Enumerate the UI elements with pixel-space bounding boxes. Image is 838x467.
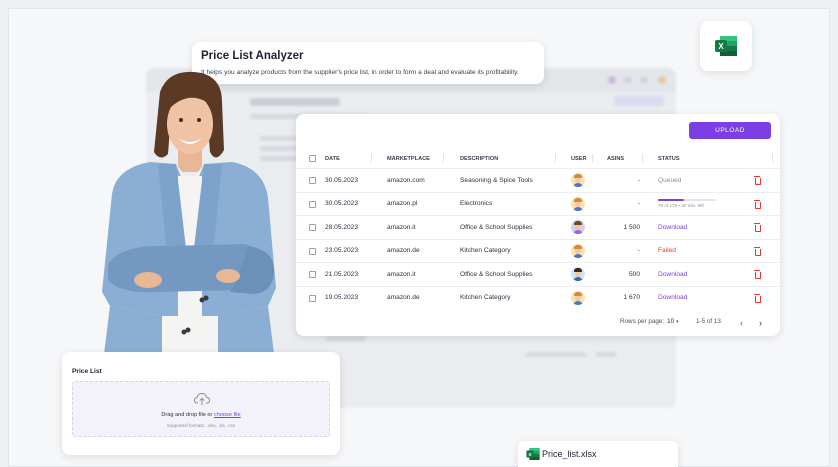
cell-marketplace: amazon.pl <box>387 200 418 207</box>
cell-marketplace: amazon.it <box>387 223 416 231</box>
price-list-table-card: UPLOAD DATE MARKETPLACE DESCRIPTION USER… <box>296 114 780 336</box>
user-avatar[interactable] <box>571 290 585 305</box>
drop-text: Drag and drop file or <box>161 412 213 418</box>
cell-description: Seasoning & Spice Tools <box>460 176 533 184</box>
cell-asins: 500 <box>628 270 640 278</box>
cell-asins: - <box>637 200 640 207</box>
excel-app-card: X <box>700 21 752 71</box>
cell-marketplace: amazon.it <box>387 270 416 278</box>
choose-file-link[interactable]: choose file <box>214 412 241 418</box>
rows-per-page: Rows per page: 10 ▾ <box>620 318 679 325</box>
cell-description: Kitchen Category <box>460 247 511 254</box>
file-name: Price_list.xlsx <box>542 449 597 459</box>
cell-description: Office & School Supplies <box>460 270 533 278</box>
price-list-upload-card: Price List Drag and drop file or choose … <box>62 352 340 455</box>
chevron-right-icon[interactable]: › <box>759 318 762 328</box>
progress-fill <box>658 198 684 202</box>
trash-icon[interactable] <box>754 223 761 232</box>
cell-description: Kitchen Category <box>460 294 511 301</box>
trash-icon[interactable] <box>754 199 761 209</box>
upload-button[interactable]: UPLOAD <box>689 122 771 139</box>
user-avatar[interactable] <box>571 173 585 187</box>
user-avatar[interactable] <box>571 267 585 281</box>
cell-date: 19.05.2023 <box>325 294 359 301</box>
user-avatar[interactable] <box>571 220 585 234</box>
trash-icon[interactable] <box>754 293 761 303</box>
table-header: DATE MARKETPLACE DESCRIPTION USER ASINS … <box>296 152 780 166</box>
progress-text: 78 of 179 • 30 min. left <box>658 203 704 209</box>
trash-icon[interactable] <box>754 270 761 279</box>
table-row[interactable]: 28.05.2023 amazon.it Office & School Sup… <box>296 215 780 238</box>
row-checkbox[interactable] <box>309 294 316 302</box>
col-status[interactable]: STATUS <box>658 152 680 166</box>
cell-description: Electronics <box>460 200 493 207</box>
presenter-photo <box>102 71 276 354</box>
cell-marketplace: amazon.com <box>387 176 425 184</box>
cell-asins: - <box>637 247 640 254</box>
progress-status: 78 of 179 • 30 min. left <box>658 198 716 209</box>
pagination-range: 1-5 of 13 <box>696 318 721 325</box>
row-checkbox[interactable] <box>309 247 316 255</box>
table-row[interactable]: 19.05.2023 amazon.de Kitchen Category 1 … <box>296 285 780 309</box>
cell-asins: - <box>637 176 640 184</box>
table-row[interactable]: 23.05.2023 amazon.de Kitchen Category - … <box>296 238 780 262</box>
download-link[interactable]: Download <box>658 294 687 301</box>
col-description[interactable]: DESCRIPTION <box>460 152 498 166</box>
rows-per-page-label: Rows per page: <box>620 318 665 325</box>
status-text: Queued <box>658 176 682 184</box>
cell-date: 30.05.2023 <box>325 200 359 207</box>
chevron-left-icon[interactable]: ‹ <box>740 318 743 328</box>
table-row[interactable]: 30.05.2023 amazon.com Seasoning & Spice … <box>296 168 780 191</box>
status-text: Failed <box>658 247 676 254</box>
file-chip[interactable]: X Price_list.xlsx <box>518 441 678 467</box>
row-checkbox[interactable] <box>309 200 316 208</box>
user-avatar[interactable] <box>571 196 585 211</box>
row-checkbox[interactable] <box>309 271 316 278</box>
tooltip-title: Price List Analyzer <box>201 50 304 62</box>
chevron-down-icon[interactable]: ▾ <box>676 319 679 325</box>
upload-cloud-icon <box>194 392 210 405</box>
col-date[interactable]: DATE <box>325 152 340 166</box>
cell-date: 21.05.2023 <box>325 270 359 278</box>
cell-description: Office & School Supplies <box>460 223 533 231</box>
excel-icon: X <box>715 36 737 56</box>
cell-asins: 1 500 <box>623 223 640 231</box>
rows-per-page-select[interactable]: 10 <box>667 318 674 325</box>
trash-icon[interactable] <box>754 246 761 256</box>
supported-formats: Supported formats: .xlsx, .xls, .csv <box>166 423 236 428</box>
cell-date: 23.05.2023 <box>325 247 359 254</box>
excel-icon: X <box>526 448 540 460</box>
cell-date: 30.05.2023 <box>325 176 359 184</box>
user-avatar[interactable] <box>571 243 585 258</box>
progress-bar <box>658 198 716 202</box>
table-row[interactable]: 30.05.2023 amazon.pl Electronics - 78 of… <box>296 191 780 215</box>
cell-date: 28.05.2023 <box>325 223 359 231</box>
row-checkbox[interactable] <box>309 177 316 184</box>
col-user[interactable]: USER <box>571 152 587 166</box>
col-marketplace[interactable]: MARKETPLACE <box>387 152 430 166</box>
col-asins[interactable]: ASINS <box>607 152 624 166</box>
select-all-checkbox[interactable] <box>309 155 316 162</box>
cell-marketplace: amazon.de <box>387 294 420 301</box>
trash-icon[interactable] <box>754 176 761 185</box>
table-row[interactable]: 21.05.2023 amazon.it Office & School Sup… <box>296 262 780 285</box>
download-link[interactable]: Download <box>658 224 687 231</box>
cell-asins: 1 670 <box>623 294 640 301</box>
file-drop-zone[interactable]: Drag and drop file or choose file Suppor… <box>72 381 330 437</box>
download-link[interactable]: Download <box>658 271 687 278</box>
price-list-label: Price List <box>72 368 102 375</box>
row-checkbox[interactable] <box>309 224 316 231</box>
cell-marketplace: amazon.de <box>387 247 420 254</box>
